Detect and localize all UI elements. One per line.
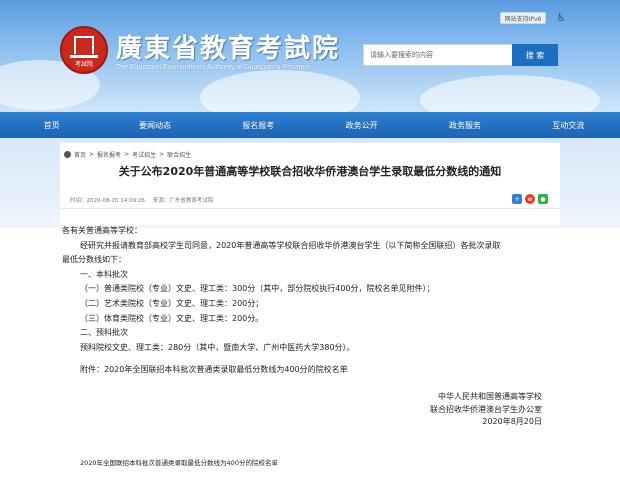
- nav-item-interaction[interactable]: 互动交流: [517, 112, 620, 138]
- article-meta: 时间：2020-08-20 14:09:26 来源：广东省教育考试院: [70, 196, 213, 204]
- emblem-logo[interactable]: 考試院: [60, 26, 108, 74]
- section-item: （一）普通类院校（专业）文史、理工类：300分（其中，部分院校执行400分，院校…: [80, 284, 435, 294]
- cloud-decoration: [200, 70, 360, 112]
- breadcrumb-exam-admission[interactable]: 考试招生: [132, 150, 156, 159]
- intro-line: 最低分数线如下：: [62, 255, 126, 265]
- signature-line: 联合招收华侨港澳台学生办公室: [430, 404, 542, 414]
- publish-time: 时间：2020-08-20 14:09:26: [70, 198, 145, 204]
- article-body: 各有关普通高等学校： 经研究并报请教育部高校学生司同意，2020年普通高等学校联…: [62, 224, 562, 378]
- breadcrumb: 首页 > 报名报考 > 考试招生 > 联合招生: [64, 150, 191, 159]
- nav-item-government-services[interactable]: 政务服务: [413, 112, 516, 138]
- ipv6-badge[interactable]: 网站支持IPv6: [500, 12, 546, 24]
- intro-line: 经研究并报请教育部高校学生司同意，2020年普通高等学校联合招收华侨港澳台学生（…: [80, 240, 501, 250]
- emblem-base: [70, 55, 98, 58]
- nav-item-government-affairs[interactable]: 政务公开: [310, 112, 413, 138]
- nav-item-news[interactable]: 要闻动态: [103, 112, 206, 138]
- divider: [60, 208, 560, 209]
- building-icon: [74, 36, 94, 54]
- main-nav: 首页 要闻动态 报名报考 政务公开 政务服务 互动交流: [0, 112, 620, 138]
- signature-block: 中华人民共和国普通高等学校 联合招收华侨港澳台学生办公室 2020年8月20日: [380, 391, 542, 429]
- breadcrumb-separator: >: [124, 151, 130, 158]
- share-plus-icon[interactable]: +: [512, 194, 522, 204]
- breadcrumb-separator: >: [159, 151, 165, 158]
- wechat-icon[interactable]: ●: [538, 194, 548, 204]
- nav-item-registration[interactable]: 报名报考: [207, 112, 310, 138]
- site-subtitle: The Education Examinations Authority of …: [116, 64, 310, 71]
- search-button[interactable]: 搜 索: [512, 44, 558, 66]
- section-item: （三）体育类院校（专业）文史、理工类：200分。: [80, 313, 264, 323]
- breadcrumb-home[interactable]: 首页: [74, 150, 86, 159]
- signature-date: 2020年8月20日: [482, 417, 542, 426]
- section-item: 预科院校文史、理工类：280分（其中，暨南大学、广州中医药大学380分）。: [80, 342, 355, 352]
- site-title[interactable]: 廣東省教育考試院: [116, 28, 340, 65]
- search-input[interactable]: 请输入要搜索的内容: [363, 44, 513, 66]
- nav-item-home[interactable]: 首页: [0, 112, 103, 138]
- section-title: 二、预科批次: [80, 328, 128, 338]
- accessibility-icon[interactable]: ♿: [555, 11, 567, 25]
- share-icons: + w ●: [512, 194, 548, 204]
- home-icon: [64, 151, 71, 158]
- breadcrumb-joint-admission[interactable]: 联合招生: [167, 150, 191, 159]
- cloud-decoration: [420, 75, 600, 112]
- site-header: 网站支持IPv6 ♿ 考試院 廣東省教育考試院 The Education Ex…: [0, 0, 620, 112]
- emblem-text: 考試院: [74, 61, 93, 68]
- salutation: 各有关普通高等学校：: [62, 226, 142, 235]
- breadcrumb-separator: >: [89, 151, 95, 158]
- attachment-link[interactable]: 2020年全国联招本科批次普通类录取最低分数线为400分的院校名单: [80, 457, 278, 467]
- attachment-note: 附件：2020年全国联招本科批次普通类录取最低分数线为400分的院校名单: [80, 365, 348, 375]
- section-item: （二）艺术类院校（专业）文史、理工类：200分；: [80, 298, 264, 308]
- weibo-icon[interactable]: w: [525, 194, 535, 204]
- article-source: 来源：广东省教育考试院: [152, 198, 214, 204]
- section-title: 一、本科批次: [80, 269, 128, 279]
- breadcrumb-registration[interactable]: 报名报考: [97, 150, 121, 159]
- signature-line: 中华人民共和国普通高等学校: [438, 392, 542, 401]
- article-title: 关于公布2020年普通高等学校联合招收华侨港澳台学生录取最低分数线的通知: [118, 165, 502, 178]
